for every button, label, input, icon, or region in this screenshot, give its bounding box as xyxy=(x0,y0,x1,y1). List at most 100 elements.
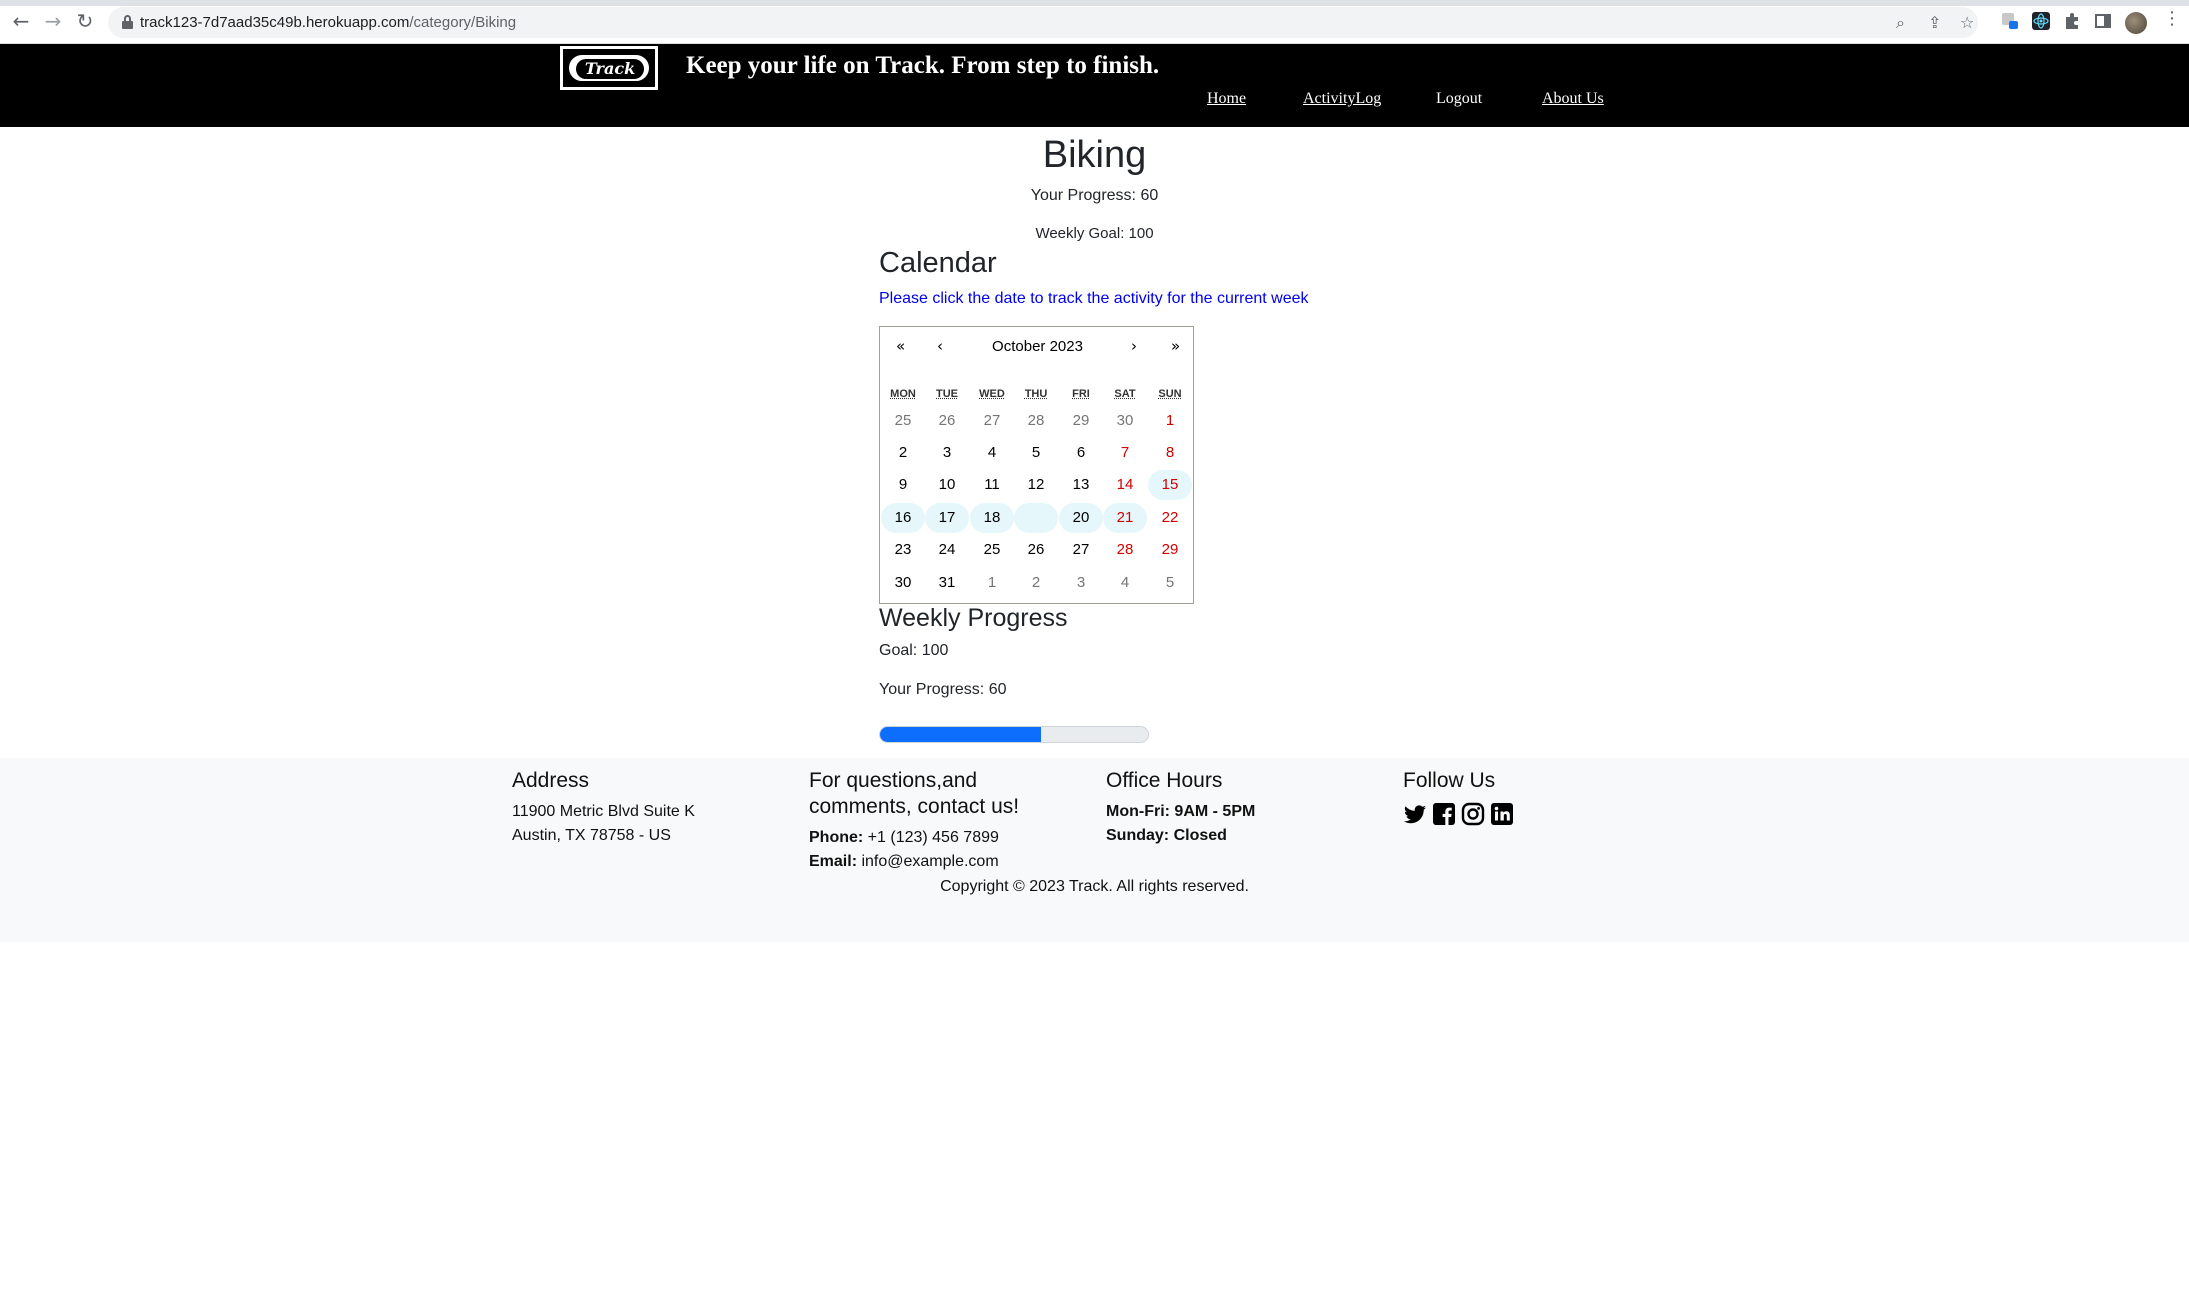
weekly-goal-label: Goal: 100 xyxy=(879,642,949,659)
hours-weekdays: Mon-Fri: 9AM - 5PM xyxy=(1106,803,1256,820)
footer-address: Address 11900 Metric Blvd Suite K Austin… xyxy=(512,768,695,848)
calendar-day[interactable]: 5 xyxy=(1148,568,1192,598)
phone-number: +1 (123) 456 7899 xyxy=(867,829,999,846)
weekday-header: SUN xyxy=(1158,388,1182,400)
calendar-day[interactable]: 28 xyxy=(1103,535,1147,565)
extension-badge-icon[interactable] xyxy=(2001,12,2019,30)
calendar-day[interactable]: 11 xyxy=(970,470,1014,500)
calendar-day[interactable]: 14 xyxy=(1103,470,1147,500)
address-line-1: 11900 Metric Blvd Suite K xyxy=(512,803,695,820)
progress-bar xyxy=(879,726,1149,743)
address-bar[interactable]: track123-7d7aad35c49b.herokuapp.com/cate… xyxy=(108,7,1978,38)
calendar-day[interactable]: 26 xyxy=(925,406,969,436)
calendar-day[interactable]: 1 xyxy=(1148,406,1192,436)
site-header: Track Keep your life on Track. From step… xyxy=(0,44,2189,127)
footer-contact: For questions,and comments, contact us! … xyxy=(809,768,1069,874)
nav-logout-link[interactable]: Logout xyxy=(1436,90,1482,108)
hours-sunday: Sunday: Closed xyxy=(1106,827,1227,844)
instagram-icon[interactable] xyxy=(1461,802,1485,826)
calendar-day[interactable]: 5 xyxy=(1014,438,1058,468)
calendar-day[interactable]: 28 xyxy=(1014,406,1058,436)
calendar-day[interactable]: 12 xyxy=(1014,470,1058,500)
calendar-day[interactable]: 3 xyxy=(1059,568,1103,598)
linkedin-icon[interactable] xyxy=(1490,802,1514,826)
calendar-day[interactable]: 4 xyxy=(1103,568,1147,598)
calendar-day[interactable]: 2 xyxy=(881,438,925,468)
calendar-day[interactable]: 13 xyxy=(1059,470,1103,500)
calendar-day[interactable]: 9 xyxy=(881,470,925,500)
calendar-widget: « ‹ October 2023 › » MON TUE WED THU FRI SAT S… xyxy=(879,326,1194,604)
calendar-day[interactable]: 8 xyxy=(1148,438,1192,468)
url-text[interactable]: track123-7d7aad35c49b.herokuapp.com/cate… xyxy=(140,14,516,31)
calendar-day[interactable]: 27 xyxy=(1059,535,1103,565)
calendar-day[interactable]: 29 xyxy=(1148,535,1192,565)
weekday-header: FRI xyxy=(1072,388,1090,400)
address-heading: Address xyxy=(512,769,590,792)
calendar-day[interactable]: 26 xyxy=(1014,535,1058,565)
calendar-day[interactable]: 24 xyxy=(925,535,969,565)
site-tagline: Keep your life on Track. From step to fi… xyxy=(686,52,1160,79)
footer-hours: Office Hours Mon-Fri: 9AM - 5PM Sunday: … xyxy=(1106,768,1255,848)
weekly-progress-heading: Weekly Progress xyxy=(879,604,1068,632)
weekday-header: MON xyxy=(890,388,916,400)
back-icon[interactable]: ← xyxy=(10,10,32,32)
weekly-goal-text: Weekly Goal: 100 xyxy=(1035,225,1154,242)
zoom-icon[interactable]: ⌕ xyxy=(1896,13,1905,33)
phone-label: Phone: xyxy=(809,829,864,846)
facebook-icon[interactable] xyxy=(1432,802,1456,826)
next-month-button[interactable]: › xyxy=(1131,337,1137,355)
reload-icon[interactable]: ↻ xyxy=(74,10,96,32)
profile-avatar[interactable] xyxy=(2125,12,2147,34)
tab-strip xyxy=(0,0,2189,6)
calendar-day[interactable]: 19 xyxy=(1014,503,1058,533)
calendar-day[interactable]: 15 xyxy=(1148,470,1192,500)
calendar-day[interactable]: 1 xyxy=(970,568,1014,598)
extensions-puzzle-icon[interactable] xyxy=(2063,12,2081,30)
calendar-day[interactable]: 27 xyxy=(970,406,1014,436)
calendar-day[interactable]: 30 xyxy=(881,568,925,598)
side-panel-icon[interactable] xyxy=(2094,12,2112,30)
progress-bar-fill xyxy=(880,727,1041,742)
calendar-day[interactable]: 20 xyxy=(1059,503,1103,533)
nav-about-link[interactable]: About Us xyxy=(1542,90,1604,108)
calendar-day[interactable]: 10 xyxy=(925,470,969,500)
calendar-day[interactable]: 23 xyxy=(881,535,925,565)
weekday-header: WED xyxy=(979,388,1005,400)
calendar-day[interactable]: 18 xyxy=(970,503,1014,533)
calendar-day[interactable]: 31 xyxy=(925,568,969,598)
calendar-day[interactable]: 21 xyxy=(1103,503,1147,533)
next-year-button[interactable]: » xyxy=(1171,337,1180,355)
calendar-day[interactable]: 30 xyxy=(1103,406,1147,436)
calendar-day[interactable]: 3 xyxy=(925,438,969,468)
forward-icon[interactable]: → xyxy=(42,10,64,32)
calendar-day[interactable]: 2 xyxy=(1014,568,1058,598)
email-address[interactable]: info@example.com xyxy=(861,853,998,870)
calendar-day[interactable]: 29 xyxy=(1059,406,1103,436)
twitter-icon[interactable] xyxy=(1403,802,1427,826)
weekly-progress-label: Your Progress: 60 xyxy=(879,681,1007,698)
calendar-day[interactable]: 4 xyxy=(970,438,1014,468)
calendar-day[interactable]: 7 xyxy=(1103,438,1147,468)
footer-follow: Follow Us xyxy=(1403,768,1514,826)
track-logo[interactable]: Track xyxy=(560,46,658,90)
email-label: Email: xyxy=(809,853,858,870)
browser-toolbar: ← → ↻ track123-7d7aad35c49b.herokuapp.co… xyxy=(0,0,2189,44)
hours-heading: Office Hours xyxy=(1106,769,1223,792)
calendar-month-label[interactable]: October 2023 xyxy=(880,338,1195,355)
share-icon[interactable]: ⇪ xyxy=(1928,13,1941,32)
react-devtools-icon[interactable] xyxy=(2032,12,2050,30)
browser-menu-icon[interactable]: ⋮ xyxy=(2163,8,2181,29)
bookmark-star-icon[interactable]: ☆ xyxy=(1960,13,1974,32)
calendar-day[interactable]: 6 xyxy=(1059,438,1103,468)
copyright-text: Copyright © 2023 Track. All rights reser… xyxy=(940,878,1249,895)
site-footer: Address 11900 Metric Blvd Suite K Austin… xyxy=(0,758,2189,942)
contact-heading: For questions,and comments, contact us! xyxy=(809,769,1020,818)
weekday-header: TUE xyxy=(936,388,958,400)
calendar-day[interactable]: 25 xyxy=(881,406,925,436)
calendar-day[interactable]: 16 xyxy=(881,503,925,533)
nav-home-link[interactable]: Home xyxy=(1207,90,1246,108)
calendar-day[interactable]: 25 xyxy=(970,535,1014,565)
nav-activity-log-link[interactable]: ActivityLog xyxy=(1303,90,1381,108)
calendar-day[interactable]: 22 xyxy=(1148,503,1192,533)
calendar-day[interactable]: 17 xyxy=(925,503,969,533)
